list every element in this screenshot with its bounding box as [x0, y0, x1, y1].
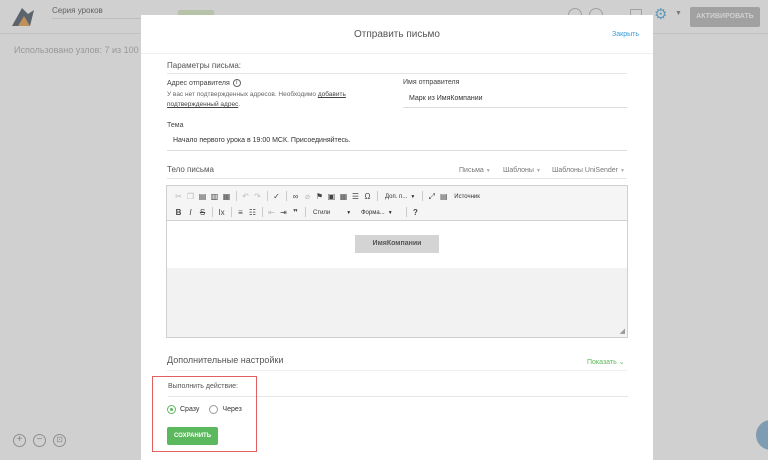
link-icon[interactable]: ∞	[290, 191, 301, 202]
modal-title: Отправить письмо	[353, 29, 440, 40]
sender-address-label: Адрес отправителя i	[167, 79, 241, 87]
tab-letters[interactable]: Письма ▼	[459, 167, 491, 174]
subject-input[interactable]: Начало первого урока в 19:00 МСК. Присое…	[173, 137, 351, 144]
body-divider	[167, 178, 627, 179]
chevron-down-icon: ▼	[619, 168, 625, 174]
close-link[interactable]: Закрыть	[612, 31, 639, 38]
modal-divider	[141, 53, 653, 54]
paste-text-icon[interactable]: ▥	[209, 191, 220, 202]
outdent-icon[interactable]: ⇤	[266, 207, 277, 218]
sender-address-label-text: Адрес отправителя	[167, 79, 230, 87]
special-char-icon[interactable]: Ω	[362, 191, 373, 202]
toolbar-row-1: ✂ ❐ ▤ ▥ ▦ ↶ ↷ ✓ ∞ ⌀ ⚑ ▣ ▦ ☰ Ω Доп. п... ▼	[173, 189, 484, 203]
tab-templates-label: Шаблоны	[503, 167, 534, 174]
show-advanced-label: Показать	[587, 359, 617, 366]
toolbar-separator	[212, 207, 213, 217]
chevron-down-icon: ⌄	[618, 359, 625, 366]
sender-name-underline	[403, 107, 627, 108]
toolbar-separator	[231, 207, 232, 217]
show-advanced-link[interactable]: Показать ⌄	[587, 358, 625, 366]
subject-underline	[167, 150, 627, 151]
redo-icon[interactable]: ↷	[252, 191, 263, 202]
toolbar-separator	[286, 191, 287, 201]
sender-note: У вас нет подтвержденных адресов. Необхо…	[167, 90, 367, 110]
cut-icon[interactable]: ✂	[173, 191, 184, 202]
bulleted-list-icon[interactable]: ☷	[247, 207, 258, 218]
undo-icon[interactable]: ↶	[240, 191, 251, 202]
sender-note-text: У вас нет подтвержденных адресов. Необхо…	[167, 91, 318, 98]
paste-icon[interactable]: ▤	[197, 191, 208, 202]
remove-format-icon[interactable]: Ix	[216, 207, 227, 218]
tab-unisender-templates[interactable]: Шаблоны UniSender ▼	[552, 167, 625, 174]
spellcheck-icon[interactable]: ✓	[271, 191, 282, 202]
paste-word-icon[interactable]: ▦	[221, 191, 232, 202]
indent-icon[interactable]: ⇥	[278, 207, 289, 218]
anchor-icon[interactable]: ⚑	[314, 191, 325, 202]
body-title: Тело письма	[167, 165, 214, 174]
resize-handle-icon[interactable]: ◢	[620, 327, 625, 335]
strikethrough-icon[interactable]: S	[197, 207, 208, 218]
chevron-down-icon: ▼	[346, 209, 352, 216]
toolbar-row-2: B I S Ix ≡ ☷ ⇤ ⇥ ❞ Стили ▼ Форма... ▼ ?	[173, 205, 422, 219]
styles-dropdown-label: Стили	[313, 209, 331, 216]
toolbar-separator	[406, 207, 407, 217]
help-icon[interactable]: ?	[410, 207, 421, 218]
italic-icon[interactable]: I	[185, 207, 196, 218]
company-name-block[interactable]: ИмяКомпании	[355, 235, 439, 253]
unlink-icon[interactable]: ⌀	[302, 191, 313, 202]
subject-label: Тема	[167, 122, 184, 129]
format-dropdown-label: Форма...	[361, 209, 385, 216]
sender-name-input[interactable]: Марк из ИмяКомпании	[409, 95, 483, 102]
editor-toolbar: ✂ ❐ ▤ ▥ ▦ ↶ ↷ ✓ ∞ ⌀ ⚑ ▣ ▦ ☰ Ω Доп. п... ▼	[167, 186, 627, 221]
source-button[interactable]: Источник	[450, 191, 484, 202]
format-dropdown[interactable]: Форма... ▼	[357, 207, 403, 218]
image-icon[interactable]: ▣	[326, 191, 337, 202]
dop-dropdown-label: Доп. п...	[385, 193, 408, 200]
maximize-icon[interactable]: ⤢	[426, 191, 437, 202]
toolbar-separator	[377, 191, 378, 201]
bold-icon[interactable]: B	[173, 207, 184, 218]
editor-content-gray[interactable]	[167, 268, 627, 337]
toolbar-separator	[236, 191, 237, 201]
info-icon[interactable]: i	[232, 79, 241, 87]
highlight-annotation	[152, 376, 257, 452]
sender-note-end: .	[238, 101, 241, 108]
sender-name-label: Имя отправителя	[403, 79, 460, 86]
copy-icon[interactable]: ❐	[185, 191, 196, 202]
editor-content-area[interactable]: ИмяКомпании	[167, 222, 627, 268]
rich-text-editor: ✂ ❐ ▤ ▥ ▦ ↶ ↷ ✓ ∞ ⌀ ⚑ ▣ ▦ ☰ Ω Доп. п... ▼	[166, 185, 628, 338]
toolbar-separator	[305, 207, 306, 217]
source-icon[interactable]: ▤	[438, 191, 449, 202]
numbered-list-icon[interactable]: ≡	[235, 207, 246, 218]
params-divider	[167, 73, 627, 74]
chevron-down-icon: ▼	[535, 168, 541, 174]
tab-templates[interactable]: Шаблоны ▼	[503, 167, 541, 174]
advanced-divider	[167, 370, 627, 371]
params-title: Параметры письма:	[167, 61, 242, 70]
chevron-down-icon: ▼	[410, 193, 416, 200]
tab-letters-label: Письма	[459, 167, 484, 174]
toolbar-separator	[267, 191, 268, 201]
table-icon[interactable]: ▦	[338, 191, 349, 202]
toolbar-separator	[262, 207, 263, 217]
toolbar-separator	[422, 191, 424, 201]
advanced-settings-title: Дополнительные настройки	[167, 355, 284, 365]
tab-unisender-label: Шаблоны UniSender	[552, 167, 618, 174]
styles-dropdown[interactable]: Стили ▼	[309, 207, 357, 218]
dop-dropdown[interactable]: Доп. п... ▼	[381, 191, 419, 202]
blockquote-icon[interactable]: ❞	[290, 207, 301, 218]
chevron-down-icon: ▼	[485, 168, 491, 174]
horizontal-rule-icon[interactable]: ☰	[350, 191, 361, 202]
chevron-down-icon: ▼	[387, 209, 393, 216]
